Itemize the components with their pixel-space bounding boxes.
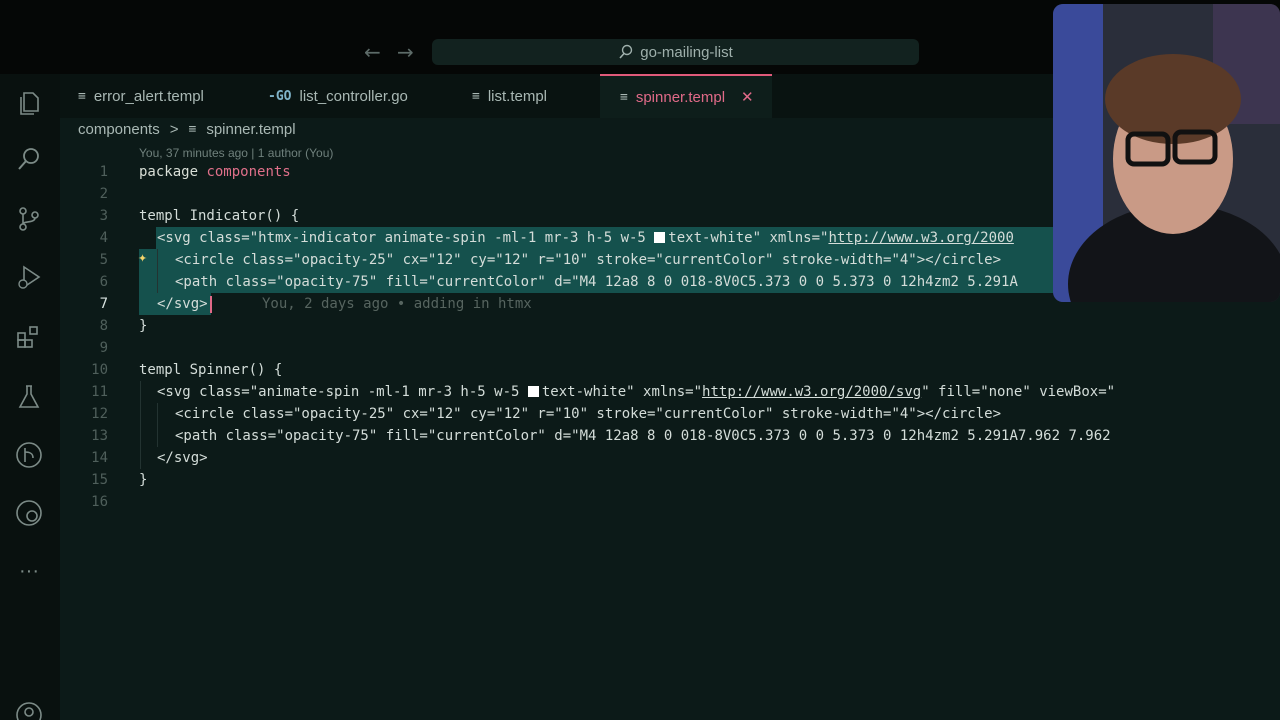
line-number: 5 <box>99 252 108 268</box>
close-icon[interactable]: ✕ <box>741 88 754 106</box>
webcam-overlay <box>1053 4 1280 302</box>
tab-label: list.templ <box>487 87 548 105</box>
code-line: } <box>139 472 148 488</box>
file-icon: ≡ <box>620 89 628 105</box>
more-icon[interactable]: ··· <box>14 556 44 586</box>
code-line: <circle class="opacity-25" cx="12" cy="1… <box>175 406 1002 422</box>
files-icon[interactable] <box>14 88 44 118</box>
sparkle-icon[interactable]: ✦ <box>138 246 147 268</box>
line-number: 10 <box>91 362 108 378</box>
search-icon <box>619 44 633 59</box>
line-number: 15 <box>91 472 108 488</box>
search-label: go-mailing-list <box>640 43 733 61</box>
line-number: 7 <box>99 296 108 312</box>
keyword: package <box>139 164 207 180</box>
line-number: 14 <box>91 450 108 466</box>
command-center-search[interactable]: go-mailing-list <box>432 39 919 65</box>
tab-list[interactable]: ≡ list.templ <box>472 74 602 118</box>
file-icon: ≡ <box>472 88 480 104</box>
code-line: templ Indicator() { <box>139 208 300 224</box>
tab-label: list_controller.go <box>299 87 408 105</box>
tab-label: spinner.templ <box>635 88 726 106</box>
code-line: } <box>139 318 148 334</box>
line-number: 2 <box>99 186 108 202</box>
code-text: <svg class="htmx-indicator animate-spin … <box>157 230 655 246</box>
line-number: 8 <box>99 318 108 334</box>
line-number: 13 <box>91 428 108 444</box>
tab-list-controller[interactable]: -GO list_controller.go <box>268 74 458 118</box>
code-link[interactable]: http://www.w3.org/2000/svg <box>702 384 921 400</box>
code-text: " fill="none" viewBox=" <box>921 384 1116 400</box>
blame-header[interactable]: You, 37 minutes ago | 1 author (You) <box>139 146 333 160</box>
line-number: 16 <box>91 494 108 510</box>
color-swatch-icon[interactable] <box>527 386 539 397</box>
code-line: </svg> <box>157 296 208 312</box>
back-arrow-icon[interactable]: ← <box>364 40 381 64</box>
line-number: 1 <box>99 164 108 180</box>
breadcrumb-folder[interactable]: components <box>78 121 160 138</box>
line-number: 3 <box>99 208 108 224</box>
code-line: <path class="opacity-75" fill="currentCo… <box>175 428 1120 444</box>
line-number: 12 <box>91 406 108 422</box>
tab-spinner[interactable]: ≡ spinner.templ ✕ <box>600 74 772 118</box>
code-text: <svg class="animate-spin -ml-1 mr-3 h-5 … <box>157 384 528 400</box>
line-number: 11 <box>91 384 108 400</box>
code-link[interactable]: http://www.w3.org/2000 <box>828 230 1013 246</box>
line-number: 9 <box>99 340 108 356</box>
text-cursor <box>210 296 212 313</box>
color-swatch-icon[interactable] <box>654 232 666 243</box>
breadcrumb-file[interactable]: spinner.templ <box>206 121 295 138</box>
code-line: <path class="opacity-75" fill="currentCo… <box>175 274 1018 290</box>
forward-arrow-icon[interactable]: → <box>397 40 414 64</box>
line-number: 6 <box>99 274 108 290</box>
code-line: </svg> <box>157 450 208 466</box>
tab-error-alert[interactable]: ≡ error_alert.templ <box>78 74 258 118</box>
inline-blame[interactable]: You, 2 days ago • adding in htmx <box>262 293 532 315</box>
code-line: templ Spinner() { <box>139 362 283 378</box>
file-icon: ≡ <box>188 122 197 137</box>
account-icon[interactable] <box>14 700 44 720</box>
breadcrumb: components > ≡ spinner.templ <box>78 121 296 138</box>
code-line: <circle class="opacity-25" cx="12" cy="1… <box>175 252 1002 268</box>
file-icon: ≡ <box>78 88 86 104</box>
code-text: text-white" xmlns=" <box>668 230 829 246</box>
tab-label: error_alert.templ <box>93 87 204 105</box>
go-file-icon: -GO <box>268 88 292 104</box>
code-text: text-white" xmlns=" <box>541 384 703 400</box>
vscode-window: ← → go-mailing-list ··· ≡ error_alert.te… <box>0 0 1280 720</box>
line-number: 4 <box>99 230 108 246</box>
chevron-right-icon: > <box>169 121 179 138</box>
package-name: components <box>206 164 291 180</box>
